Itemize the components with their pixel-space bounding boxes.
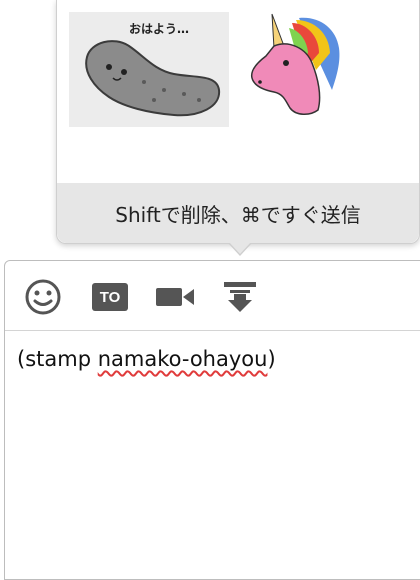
misspelled-word: namako-ohayou [97, 347, 268, 371]
send-file-button[interactable] [220, 279, 260, 315]
emoji-button[interactable] [23, 279, 63, 315]
to-label: TO [99, 288, 121, 306]
to-icon: TO [92, 283, 128, 311]
stamp-popup: おはよう… Shiftで削除、⌘ですぐ送信 [56, 0, 420, 244]
video-call-icon [156, 288, 194, 306]
message-composer: TO (stamp namako-ohayou) [4, 260, 420, 580]
message-input[interactable]: (stamp namako-ohayou) [17, 347, 276, 371]
composer-toolbar: TO [5, 261, 420, 331]
message-prefix: (stamp [17, 347, 98, 371]
to-button[interactable]: TO [90, 279, 130, 315]
stamp-caption: おはよう… [129, 22, 190, 36]
stamp-namako-ohayou[interactable]: おはよう… [69, 12, 229, 127]
send-hint: Shiftで削除、⌘ですぐ送信 [57, 183, 419, 243]
unicorn-illustration [250, 13, 340, 115]
message-suffix: ) [267, 347, 276, 371]
emoji-icon [25, 279, 61, 315]
video-call-button[interactable] [155, 279, 195, 315]
send-file-icon [224, 282, 256, 312]
popup-arrow [229, 242, 251, 254]
stamp-unicorn[interactable] [244, 8, 354, 123]
